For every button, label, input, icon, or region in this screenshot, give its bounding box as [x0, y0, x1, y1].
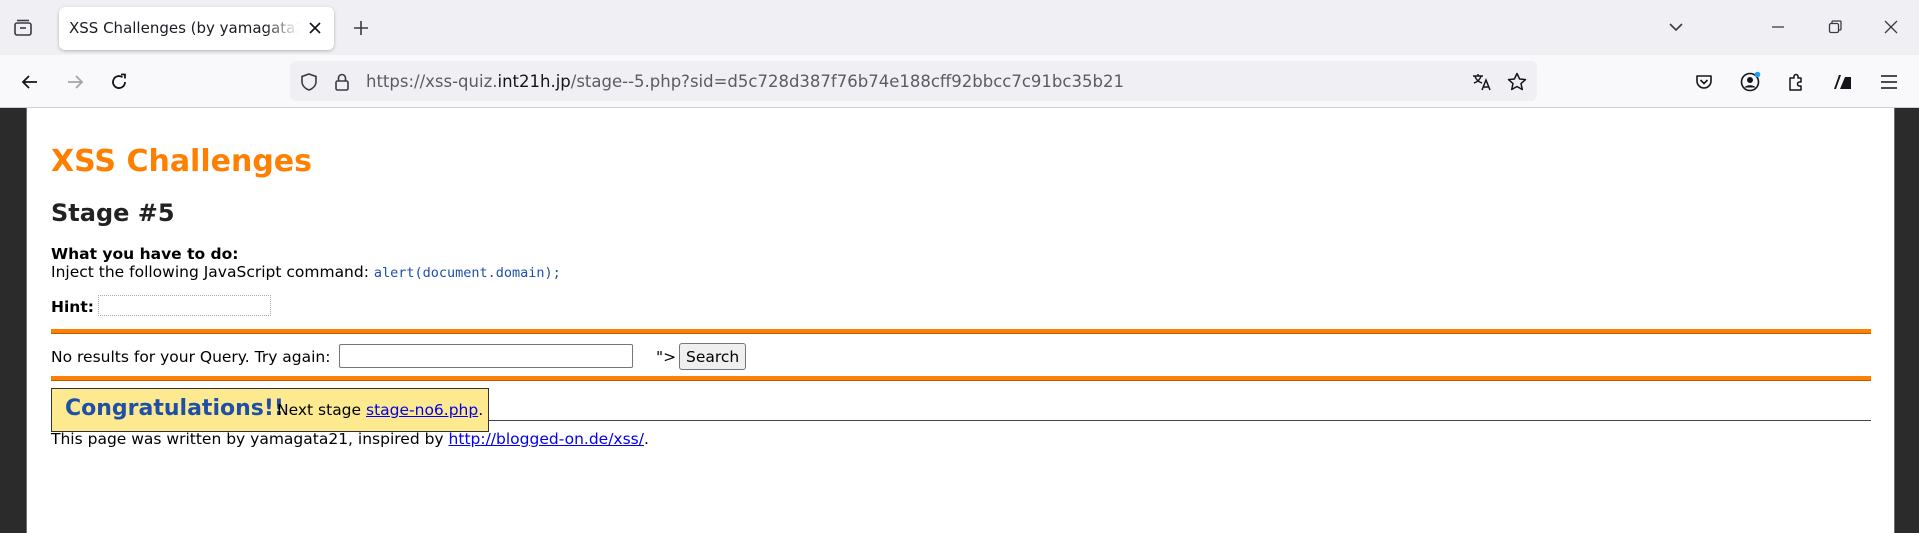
task-code: alert(document.domain);	[373, 265, 561, 281]
reload-icon[interactable]	[104, 67, 134, 97]
sidebar-icon[interactable]	[1827, 67, 1857, 97]
shield-icon[interactable]	[297, 70, 321, 94]
next-stage-suffix: .	[478, 401, 484, 419]
pocket-icon[interactable]	[1689, 67, 1719, 97]
url-prefix: https://xss-quiz.	[366, 72, 498, 91]
back-arrow-icon[interactable]	[15, 67, 45, 97]
congratulations-title: Congratulations!!	[65, 396, 284, 421]
congratulations-banner: Congratulations!! Next stage stage-no6.p…	[51, 388, 489, 432]
chevron-down-icon[interactable]	[1662, 14, 1690, 40]
divider-bottom	[51, 376, 1871, 381]
next-stage-prefix: Next stage	[277, 401, 366, 419]
hint-label: Hint:	[51, 298, 94, 316]
divider-top	[51, 329, 1871, 334]
close-icon[interactable]	[1877, 14, 1905, 40]
puzzle-icon[interactable]	[1781, 67, 1811, 97]
tab-bar: XSS Challenges (by yamagata21) - Stage #…	[0, 0, 1919, 55]
hint-box[interactable]	[98, 295, 271, 316]
page-gutter-right	[1894, 108, 1919, 533]
footer-prefix: This page was written by yamagata21, ins…	[51, 430, 449, 448]
url-bar[interactable]: https://xss-quiz.int21h.jp/stage--5.php?…	[290, 61, 1537, 101]
url-host: int21h.jp	[497, 72, 571, 91]
forward-arrow-icon[interactable]	[60, 67, 90, 97]
translate-icon[interactable]	[1470, 70, 1494, 94]
task-text: Inject the following JavaScript command:	[51, 263, 374, 281]
next-stage-link[interactable]: stage-no6.php	[366, 401, 478, 419]
navigation-toolbar: https://xss-quiz.int21h.jp/stage--5.php?…	[0, 55, 1919, 108]
task-label: What you have to do:	[51, 245, 239, 263]
tab-title: XSS Challenges (by yamagata21) - Stage #…	[69, 19, 299, 37]
active-tab[interactable]: XSS Challenges (by yamagata21) - Stage #…	[59, 7, 334, 50]
close-icon[interactable]	[304, 17, 326, 39]
query-prompt: No results for your Query. Try again:	[51, 348, 331, 366]
footer-suffix: .	[643, 430, 649, 448]
url-text[interactable]: https://xss-quiz.int21h.jp/stage--5.php?…	[366, 72, 1124, 91]
next-stage-text: Next stage stage-no6.php.	[277, 401, 483, 419]
page-title: XSS Challenges	[51, 144, 313, 179]
page-viewport: XSS Challenges Stage #5 What you have to…	[26, 108, 1895, 533]
minimize-icon[interactable]	[1764, 14, 1792, 40]
search-input[interactable]	[339, 344, 633, 368]
tab-list-icon[interactable]	[10, 15, 36, 41]
stage-title: Stage #5	[51, 199, 175, 227]
footer-text: This page was written by yamagata21, ins…	[51, 430, 649, 448]
page-gutter-left	[0, 108, 26, 533]
lock-icon[interactable]	[330, 70, 354, 94]
star-icon[interactable]	[1505, 70, 1529, 94]
restore-icon[interactable]	[1821, 14, 1849, 40]
search-button[interactable]: Search	[679, 343, 747, 370]
footer-link[interactable]: http://blogged-on.de/xss/	[449, 430, 644, 448]
query-suffix: ">	[656, 348, 677, 366]
plus-icon[interactable]	[348, 15, 374, 41]
account-icon[interactable]	[1735, 67, 1765, 97]
hamburger-menu-icon[interactable]	[1874, 67, 1904, 97]
task-description: Inject the following JavaScript command:…	[51, 263, 561, 281]
url-path: /stage--5.php?sid=d5c728d387f76b74e188cf…	[570, 72, 1124, 91]
